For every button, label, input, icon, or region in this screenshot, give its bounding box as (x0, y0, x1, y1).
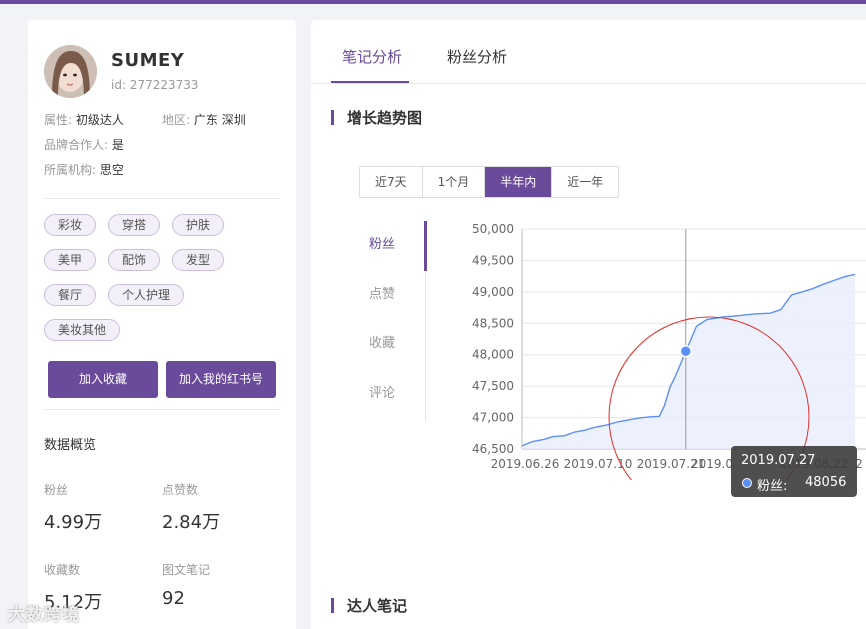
stat-label: 图文笔记 (162, 563, 211, 577)
x-tick-label: 2019.06.26 (491, 457, 560, 471)
top-accent-bar (0, 0, 866, 4)
tooltip-date: 2019.07.27 (741, 453, 816, 468)
add-favorite-button[interactable]: 加入收藏 (48, 361, 158, 398)
organization-value: 思空 (99, 163, 124, 177)
stat-value: 4.99万 (44, 512, 103, 533)
stat-value: 2.84万 (162, 512, 221, 533)
tag-item[interactable]: 美妆其他 (44, 319, 121, 341)
avatar-image (44, 45, 97, 98)
brand-partner-label: 品牌合作人: (44, 138, 109, 152)
attribute-value: 初级达人 (75, 113, 124, 127)
stat-label: 收藏数 (44, 563, 81, 577)
highlight-point (679, 344, 693, 358)
y-tick-label: 46,500 (472, 442, 514, 456)
profile-nickname: SUMEY (111, 50, 185, 71)
profile-id: id: 277223733 (111, 78, 199, 92)
tag-item[interactable]: 彩妆 (44, 214, 97, 236)
stat-label: 粉丝 (44, 483, 69, 497)
organization-label: 所属机构: (44, 163, 97, 177)
divider (44, 409, 280, 410)
series-dot-icon (742, 478, 752, 488)
tag-item[interactable]: 餐厅 (44, 284, 97, 306)
y-tick-label: 47,500 (472, 379, 514, 393)
y-tick-label: 50,000 (472, 222, 514, 236)
watermark: 大数跨境 (8, 605, 80, 625)
info-organization: 所属机构: 思空 (44, 161, 124, 178)
profile-card: SUMEY id: 277223733 属性: 初级达人 地区: 广东 深圳 品… (28, 20, 296, 629)
tag-item[interactable]: 穿搭 (108, 214, 161, 236)
tooltip-value: 48056 (805, 475, 847, 490)
tooltip-series-name: 粉丝: (757, 479, 788, 494)
chart-tooltip: 2019.07.27 粉丝: 48056 (731, 446, 857, 497)
series-area (522, 274, 855, 449)
tag-item[interactable]: 护肤 (172, 214, 225, 236)
y-tick-label: 48,000 (472, 348, 514, 362)
divider (44, 198, 280, 199)
creator-notes-title: 达人笔记 (331, 595, 407, 616)
x-tick-label: 2019.07.10 (564, 457, 633, 471)
region-value: 广东 深圳 (193, 113, 246, 127)
y-tick-label: 49,000 (472, 285, 514, 299)
info-region: 地区: 广东 深圳 (162, 111, 246, 128)
stat-value: 92 (162, 588, 185, 609)
y-tick-label: 49,500 (472, 253, 514, 267)
y-tick-label: 47,000 (472, 411, 514, 425)
tag-item[interactable]: 个人护理 (108, 284, 185, 306)
add-account-button[interactable]: 加入我的红书号 (166, 361, 276, 398)
y-tick-label: 48,500 (472, 316, 514, 330)
growth-chart: 46,500 47,000 47,500 48,000 48,500 49,000 49,5… (472, 222, 866, 480)
x-tick-label: 2019.0 (691, 457, 733, 471)
attribute-label: 属性: (44, 113, 73, 127)
overview-title: 数据概览 (44, 438, 97, 453)
info-attribute: 属性: 初级达人 (44, 111, 124, 128)
stat-label: 点赞数 (162, 483, 199, 497)
info-brand-partner: 品牌合作人: 是 (44, 136, 124, 153)
avatar[interactable] (44, 45, 97, 98)
tag-item[interactable]: 配饰 (108, 249, 161, 271)
tag-item[interactable]: 美甲 (44, 249, 97, 271)
brand-partner-value: 是 (111, 138, 124, 152)
region-label: 地区: (162, 113, 191, 127)
tag-item[interactable]: 发型 (172, 249, 225, 271)
